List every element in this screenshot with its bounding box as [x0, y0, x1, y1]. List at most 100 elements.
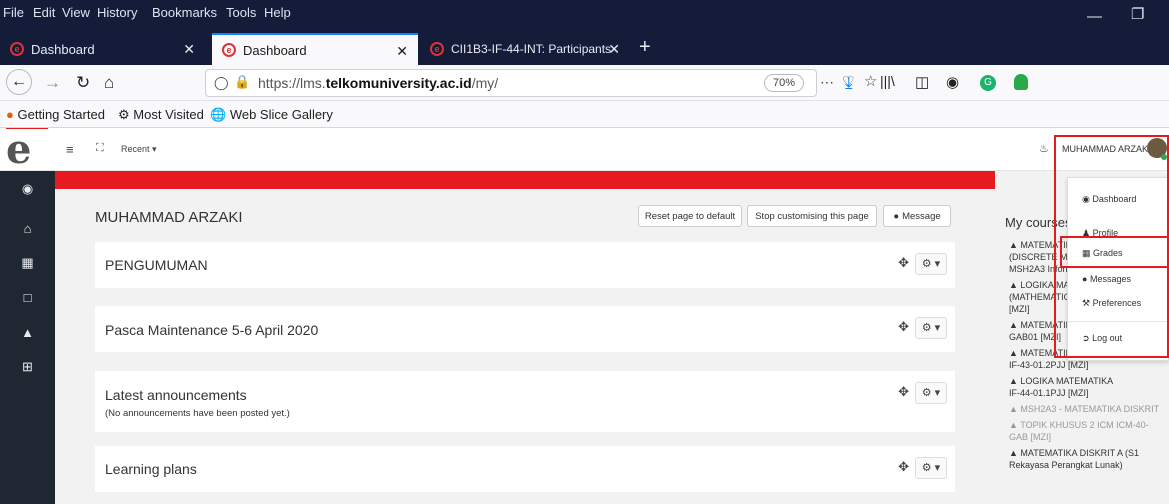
recent-dropdown[interactable]: Recent ▾ — [121, 144, 157, 155]
block-learning-plans: Learning plans ✥ ⚙ ▾ — [95, 446, 955, 492]
download-icon[interactable]: ⤓ — [845, 73, 853, 93]
block-title: Latest announcements — [105, 387, 247, 403]
bookmark-star-icon[interactable]: ☆ — [864, 72, 877, 90]
block-actions-gear-icon[interactable]: ⚙ ▾ — [915, 253, 947, 275]
block-latest-announcements: Latest announcements (No announcements h… — [95, 371, 955, 432]
menu-bar: File Edit View History Bookmarks Tools H… — [0, 0, 1169, 33]
course-item[interactable]: ▲ MATEMATIKA DISKRIT A (S1 Rekayasa Peran… — [1009, 447, 1139, 471]
reload-icon[interactable]: ↻ — [76, 73, 90, 93]
graduation-cap-icon: ▲ — [1009, 348, 1021, 358]
page-actions-icon[interactable]: ⋯ — [820, 74, 834, 91]
graduation-cap-icon: ▲ — [1009, 404, 1021, 414]
url-text[interactable]: https://lms.telkomuniversity.ac.id/my/ — [258, 75, 498, 91]
library-icon[interactable]: |||\ — [880, 73, 895, 89]
calendar-icon[interactable]: ▦ — [0, 255, 55, 271]
home-icon[interactable]: ⌂ — [0, 221, 55, 236]
back-icon[interactable]: ← — [6, 69, 32, 95]
move-icon[interactable]: ✥ — [898, 459, 909, 474]
course-title-continued: GAB [MZI] — [1009, 432, 1052, 442]
file-icon[interactable]: □ — [0, 290, 55, 305]
course-title-line: ▲ MSH2A3 - MATEMATIKA DISKRIT — [1009, 404, 1160, 414]
extension-shield-icon[interactable] — [1014, 74, 1028, 90]
message-label: Message — [902, 210, 941, 222]
close-tab-icon[interactable]: ✕ — [608, 41, 620, 58]
message-button[interactable]: ● Message — [883, 205, 951, 227]
tab-bar: e Dashboard ✕ e Dashboard ✕ e CII1B3-IF-… — [0, 33, 1169, 65]
menu-history[interactable]: History — [97, 5, 137, 20]
move-icon[interactable]: ✥ — [898, 384, 909, 399]
bookmark-label: Getting Started — [17, 107, 105, 122]
graduation-cap-icon: ▲ — [1009, 376, 1021, 386]
telkom-logo[interactable]: e — [6, 128, 48, 170]
moodle-favicon-icon: e — [430, 42, 444, 56]
dashboard-main: MUHAMMAD ARZAKI Reset page to default St… — [55, 189, 995, 504]
bookmark-getting-started[interactable]: ● Getting Started — [6, 107, 105, 122]
sidebar-icon[interactable]: ◫ — [915, 73, 929, 91]
course-title-line: ▲ TOPIK KHUSUS 2 ICM ICM-40- — [1009, 420, 1149, 430]
course-item[interactable]: ▲ LOGIKA MATEMATIKA IF-44-01.1PJJ [MZI] — [1009, 375, 1113, 399]
course-title-line: ▲ MATEMATIKA DISKRIT A (S1 — [1009, 448, 1139, 458]
nav-drawer: ◉ ⌂ ▦ □ ▲ ⊞ — [0, 171, 55, 504]
url-path: /my/ — [471, 75, 499, 91]
menu-edit[interactable]: Edit — [33, 5, 55, 20]
graduation-cap-icon[interactable]: ▲ — [0, 325, 55, 340]
menu-tools[interactable]: Tools — [226, 5, 256, 20]
fullscreen-icon[interactable]: ⛶ — [96, 142, 104, 155]
graduation-cap-icon: ▲ — [1009, 240, 1021, 250]
tab-participants[interactable]: e CII1B3-IF-44-INT: Participants ✕ — [420, 33, 630, 65]
url-prefix: https://lms. — [258, 75, 326, 91]
course-item[interactable]: ▲ MSH2A3 - MATEMATIKA DISKRIT — [1009, 403, 1159, 415]
zoom-level[interactable]: 70% — [764, 74, 805, 92]
lock-icon[interactable]: 🔒 — [234, 74, 250, 90]
bookmark-web-slice-gallery[interactable]: 🌐 Web Slice Gallery — [210, 107, 333, 123]
gear-icon: ⚙ — [118, 107, 130, 122]
page-content: e ≡ ⛶ Recent ▾ ♨ MUHAMMAD ARZAKI ◉ ⌂ ▦ □… — [0, 128, 1169, 504]
tab-dashboard-1[interactable]: e Dashboard ✕ — [0, 33, 205, 65]
course-title-line: ▲ LOGIKA MATEMATIKA — [1009, 376, 1114, 386]
block-actions-gear-icon[interactable]: ⚙ ▾ — [915, 317, 947, 339]
course-title-continued: Rekayasa Perangkat Lunak) — [1009, 460, 1123, 470]
menu-file[interactable]: File — [3, 5, 24, 20]
graduation-cap-icon: ▲ — [1009, 448, 1021, 458]
grammarly-icon[interactable]: G — [980, 75, 996, 91]
close-tab-icon[interactable]: ✕ — [183, 41, 195, 58]
move-icon[interactable]: ✥ — [898, 319, 909, 334]
menu-bookmarks[interactable]: Bookmarks — [152, 5, 217, 20]
annotation-box-profile — [1060, 236, 1169, 268]
reset-page-button[interactable]: Reset page to default — [638, 205, 742, 227]
move-icon[interactable]: ✥ — [898, 255, 909, 270]
bookmark-most-visited[interactable]: ⚙ Most Visited — [118, 107, 204, 123]
menu-view[interactable]: View — [62, 5, 90, 20]
graduation-cap-icon: ▲ — [1009, 420, 1021, 430]
forward-icon[interactable]: → — [44, 73, 61, 93]
menu-help[interactable]: Help — [264, 5, 291, 20]
minimize-icon[interactable]: — — [1087, 8, 1102, 25]
close-tab-icon[interactable]: ✕ — [396, 43, 408, 60]
hamburger-icon[interactable]: ≡ — [66, 142, 74, 157]
block-actions-gear-icon[interactable]: ⚙ ▾ — [915, 457, 947, 479]
account-icon[interactable]: ◉ — [946, 73, 959, 91]
firefox-icon: ● — [6, 107, 14, 122]
block-pasca-maintenance: Pasca Maintenance 5-6 April 2020 ✥ ⚙ ▾ — [95, 306, 955, 352]
moodle-favicon-icon: e — [222, 43, 236, 57]
course-item[interactable]: ▲ TOPIK KHUSUS 2 ICM ICM-40- GAB [MZI] — [1009, 419, 1149, 443]
block-actions-gear-icon[interactable]: ⚙ ▾ — [915, 382, 947, 404]
lms-top-navbar: e ≡ ⛶ Recent ▾ ♨ MUHAMMAD ARZAKI — [0, 128, 1169, 171]
navigation-toolbar: ← → ↻ ⌂ ◯ 🔒 https://lms.telkomuniversity… — [0, 65, 1169, 101]
moodle-favicon-icon: e — [10, 42, 24, 56]
course-title-continued: IF-44-01.1PJJ [MZI] — [1009, 388, 1089, 398]
new-tab-icon[interactable]: + — [639, 36, 651, 59]
dashboard-icon[interactable]: ◉ — [0, 181, 55, 197]
url-bar[interactable]: ◯ 🔒 https://lms.telkomuniversity.ac.id/m… — [205, 69, 877, 97]
restore-icon[interactable]: ❐ — [1131, 5, 1144, 23]
home-icon[interactable]: ⌂ — [104, 73, 114, 93]
page-title: MUHAMMAD ARZAKI — [95, 209, 243, 226]
stop-customising-button[interactable]: Stop customising this page — [747, 205, 877, 227]
tab-label: Dashboard — [243, 42, 307, 58]
block-title: Learning plans — [105, 461, 197, 477]
shield-icon[interactable]: ◯ — [214, 75, 229, 91]
notification-bell-icon[interactable]: ♨ — [1039, 142, 1049, 155]
add-block-icon[interactable]: ⊞ — [0, 359, 55, 375]
speech-bubble-icon: ● — [893, 210, 900, 222]
tab-dashboard-2[interactable]: e Dashboard ✕ — [212, 33, 418, 65]
